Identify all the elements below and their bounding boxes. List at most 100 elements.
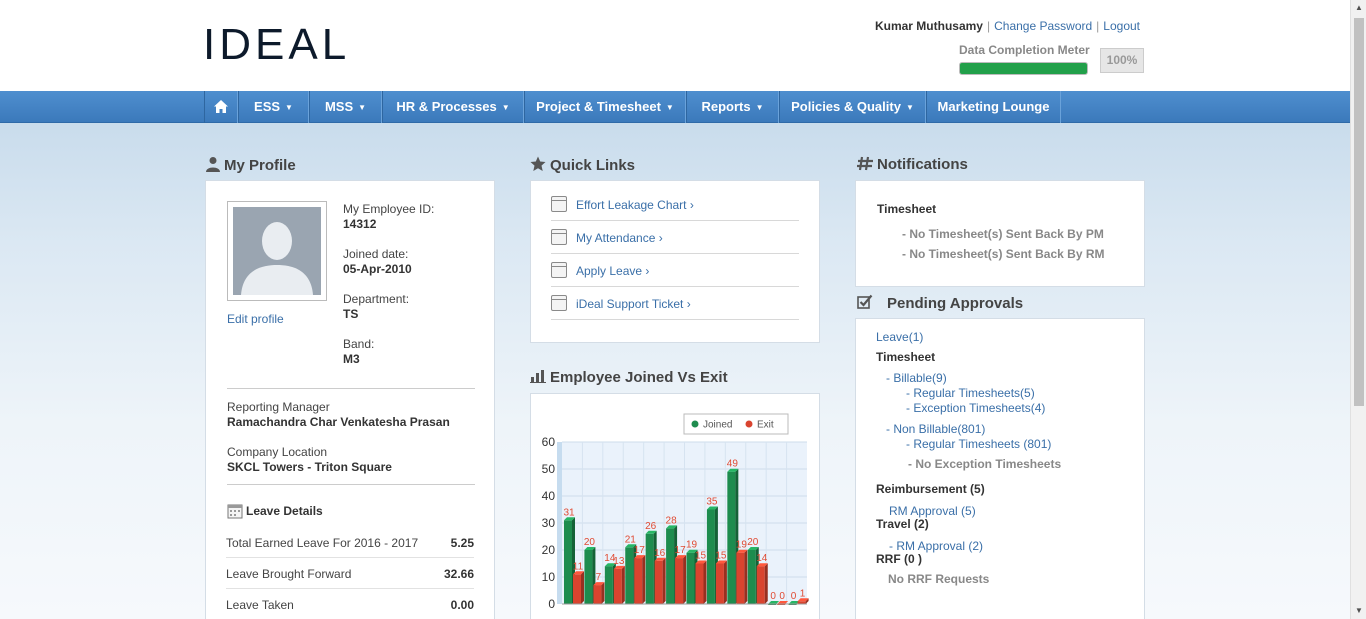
edit-profile-link[interactable]: Edit profile xyxy=(227,312,284,326)
approvals-timesheet-heading: Timesheet xyxy=(876,350,936,364)
company-location-label: Company Location xyxy=(227,445,328,459)
notification-item: - No Timesheet(s) Sent Back By RM xyxy=(902,247,1105,261)
logout-link[interactable]: Logout xyxy=(1103,19,1140,33)
billable-link[interactable]: - Billable(9) xyxy=(886,371,947,385)
band-label: Band: xyxy=(343,337,375,351)
bar-exit xyxy=(756,566,765,604)
calendar-icon xyxy=(227,504,243,519)
quick-link-item[interactable]: Apply Leave › xyxy=(551,254,799,287)
data-label: 20 xyxy=(747,537,759,548)
apply-leave-link[interactable]: Apply Leave › xyxy=(576,264,649,278)
main-content: My Profile Edit profile My Employee ID: … xyxy=(0,123,1350,619)
leave-row-value: 5.25 xyxy=(450,536,474,550)
reporting-manager-label: Reporting Manager xyxy=(227,400,330,414)
band-value: M3 xyxy=(343,352,360,366)
quick-links-panel: Effort Leakage Chart › My Attendance › A… xyxy=(530,180,820,343)
bar-exit xyxy=(593,585,602,604)
billable-regular-timesheets-link[interactable]: - Regular Timesheets(5) xyxy=(906,386,1035,400)
pending-approvals-title: Pending Approvals xyxy=(887,295,1024,312)
department-value: TS xyxy=(343,307,359,321)
chevron-down-icon: ▼ xyxy=(665,103,674,113)
bar-exit xyxy=(736,552,745,604)
billable-exception-timesheets-link[interactable]: - Exception Timesheets(4) xyxy=(906,401,1045,415)
bar-side-exit xyxy=(744,549,748,604)
rm-approval-link[interactable]: RM Approval (5) xyxy=(889,504,976,518)
notification-item: - No Timesheet(s) Sent Back By PM xyxy=(902,227,1104,241)
nav-home[interactable] xyxy=(204,91,238,123)
bar-side-exit xyxy=(581,571,584,604)
nav-project-timesheet[interactable]: Project & Timesheet ▼ xyxy=(524,91,686,123)
scrollbar-thumb[interactable] xyxy=(1354,18,1364,406)
nav-hr-processes[interactable]: HR & Processes ▼ xyxy=(382,91,524,123)
avatar-placeholder-icon xyxy=(241,222,313,295)
bar-exit xyxy=(613,568,622,604)
reporting-manager-value: Ramachandra Char Venkatesha Prasan xyxy=(227,415,450,429)
travel-rm-approval-link[interactable]: - RM Approval (2) xyxy=(889,539,983,553)
quick-links-title: Quick Links xyxy=(550,157,636,174)
data-label: 15 xyxy=(695,551,707,562)
divider xyxy=(227,388,475,389)
y-tick-label: 30 xyxy=(542,516,556,530)
joined-vs-exit-chart: 010203040506031112071413211726162817 1915… xyxy=(542,413,809,611)
data-label: 28 xyxy=(666,515,678,526)
chart-panel: 0 10 20 30 40 50 60 31 11 20 7 14 13 21 17 26 16 28 17 19 15… xyxy=(530,393,820,619)
data-label: 17 xyxy=(634,545,646,556)
nav-reports[interactable]: Reports ▼ xyxy=(686,91,779,123)
data-label: 0 xyxy=(770,591,776,602)
employee-id-label: My Employee ID: xyxy=(343,202,435,216)
change-password-link[interactable]: Change Password xyxy=(994,19,1092,33)
nav-mss[interactable]: MSS ▼ xyxy=(309,91,382,123)
bar-side-exit xyxy=(723,560,727,604)
no-rrf-requests-text: No RRF Requests xyxy=(888,572,990,586)
y-tick-label: 60 xyxy=(542,435,556,449)
main-nav: ESS ▼ MSS ▼ HR & Processes ▼ Project & Time… xyxy=(0,91,1350,123)
data-label: 19 xyxy=(736,540,748,551)
chart-heading: Employee Joined Vs Exit xyxy=(530,369,728,386)
ideal-logo[interactable]: IDEAL xyxy=(203,20,350,70)
bar-side-exit xyxy=(621,565,625,604)
ideal-support-ticket-link[interactable]: iDeal Support Ticket › xyxy=(576,297,691,311)
user-bar: Kumar Muthusamy | Change Password | Logout xyxy=(874,19,1140,33)
chevron-down-icon: ▼ xyxy=(501,103,510,113)
star-icon xyxy=(530,156,546,171)
quick-link-item[interactable]: My Attendance › xyxy=(551,221,799,254)
nav-policies-quality[interactable]: Policies & Quality ▼ xyxy=(779,91,926,123)
bar-exit xyxy=(654,560,663,604)
non-billable-link[interactable]: - Non Billable(801) xyxy=(886,422,985,436)
page-scrollbar[interactable]: ▲ ▼ xyxy=(1350,0,1366,619)
data-label: 19 xyxy=(686,540,698,551)
leave-approval-link[interactable]: Leave(1) xyxy=(876,330,923,344)
document-icon xyxy=(551,229,567,245)
leave-row: Leave Brought Forward 32.66 xyxy=(226,558,474,589)
chevron-down-icon: ▼ xyxy=(358,103,367,113)
quick-link-item[interactable]: iDeal Support Ticket › xyxy=(551,287,799,320)
data-label: 0 xyxy=(779,591,785,602)
data-label: 49 xyxy=(727,459,739,470)
leave-row-label: Total Earned Leave For 2016 - 2017 xyxy=(226,536,419,550)
effort-leakage-chart-link[interactable]: Effort Leakage Chart › xyxy=(576,198,694,212)
document-icon xyxy=(551,295,567,311)
nav-marketing-lounge[interactable]: Marketing Lounge xyxy=(926,91,1061,123)
bar-exit xyxy=(573,574,581,604)
bar-exit xyxy=(634,558,643,604)
nav-ess[interactable]: ESS ▼ xyxy=(238,91,309,123)
bar-joined xyxy=(706,509,715,604)
leave-row: Total Earned Leave For 2016 - 2017 5.25 xyxy=(226,527,474,558)
scroll-down-arrow-icon[interactable]: ▼ xyxy=(1351,603,1366,619)
quick-link-item[interactable]: Effort Leakage Chart › xyxy=(551,188,799,221)
department-label: Department: xyxy=(343,292,410,306)
avatar[interactable] xyxy=(227,201,327,301)
data-label: 17 xyxy=(675,545,687,556)
bar-chart-icon xyxy=(530,370,546,383)
home-icon xyxy=(214,100,228,113)
my-attendance-link[interactable]: My Attendance › xyxy=(576,231,663,245)
scroll-up-arrow-icon[interactable]: ▲ xyxy=(1351,0,1366,16)
leave-row-value: 32.66 xyxy=(443,567,474,581)
legend-label: Joined xyxy=(703,420,732,431)
notifications-panel: Timesheet - No Timesheet(s) Sent Back By… xyxy=(855,180,1145,287)
travel-heading: Travel (2) xyxy=(876,517,929,531)
user-name: Kumar Muthusamy xyxy=(874,19,983,33)
y-tick-label: 0 xyxy=(548,597,555,611)
non-billable-regular-timesheets-link[interactable]: - Regular Timesheets (801) xyxy=(906,437,1051,451)
data-label: 0 xyxy=(791,591,797,602)
